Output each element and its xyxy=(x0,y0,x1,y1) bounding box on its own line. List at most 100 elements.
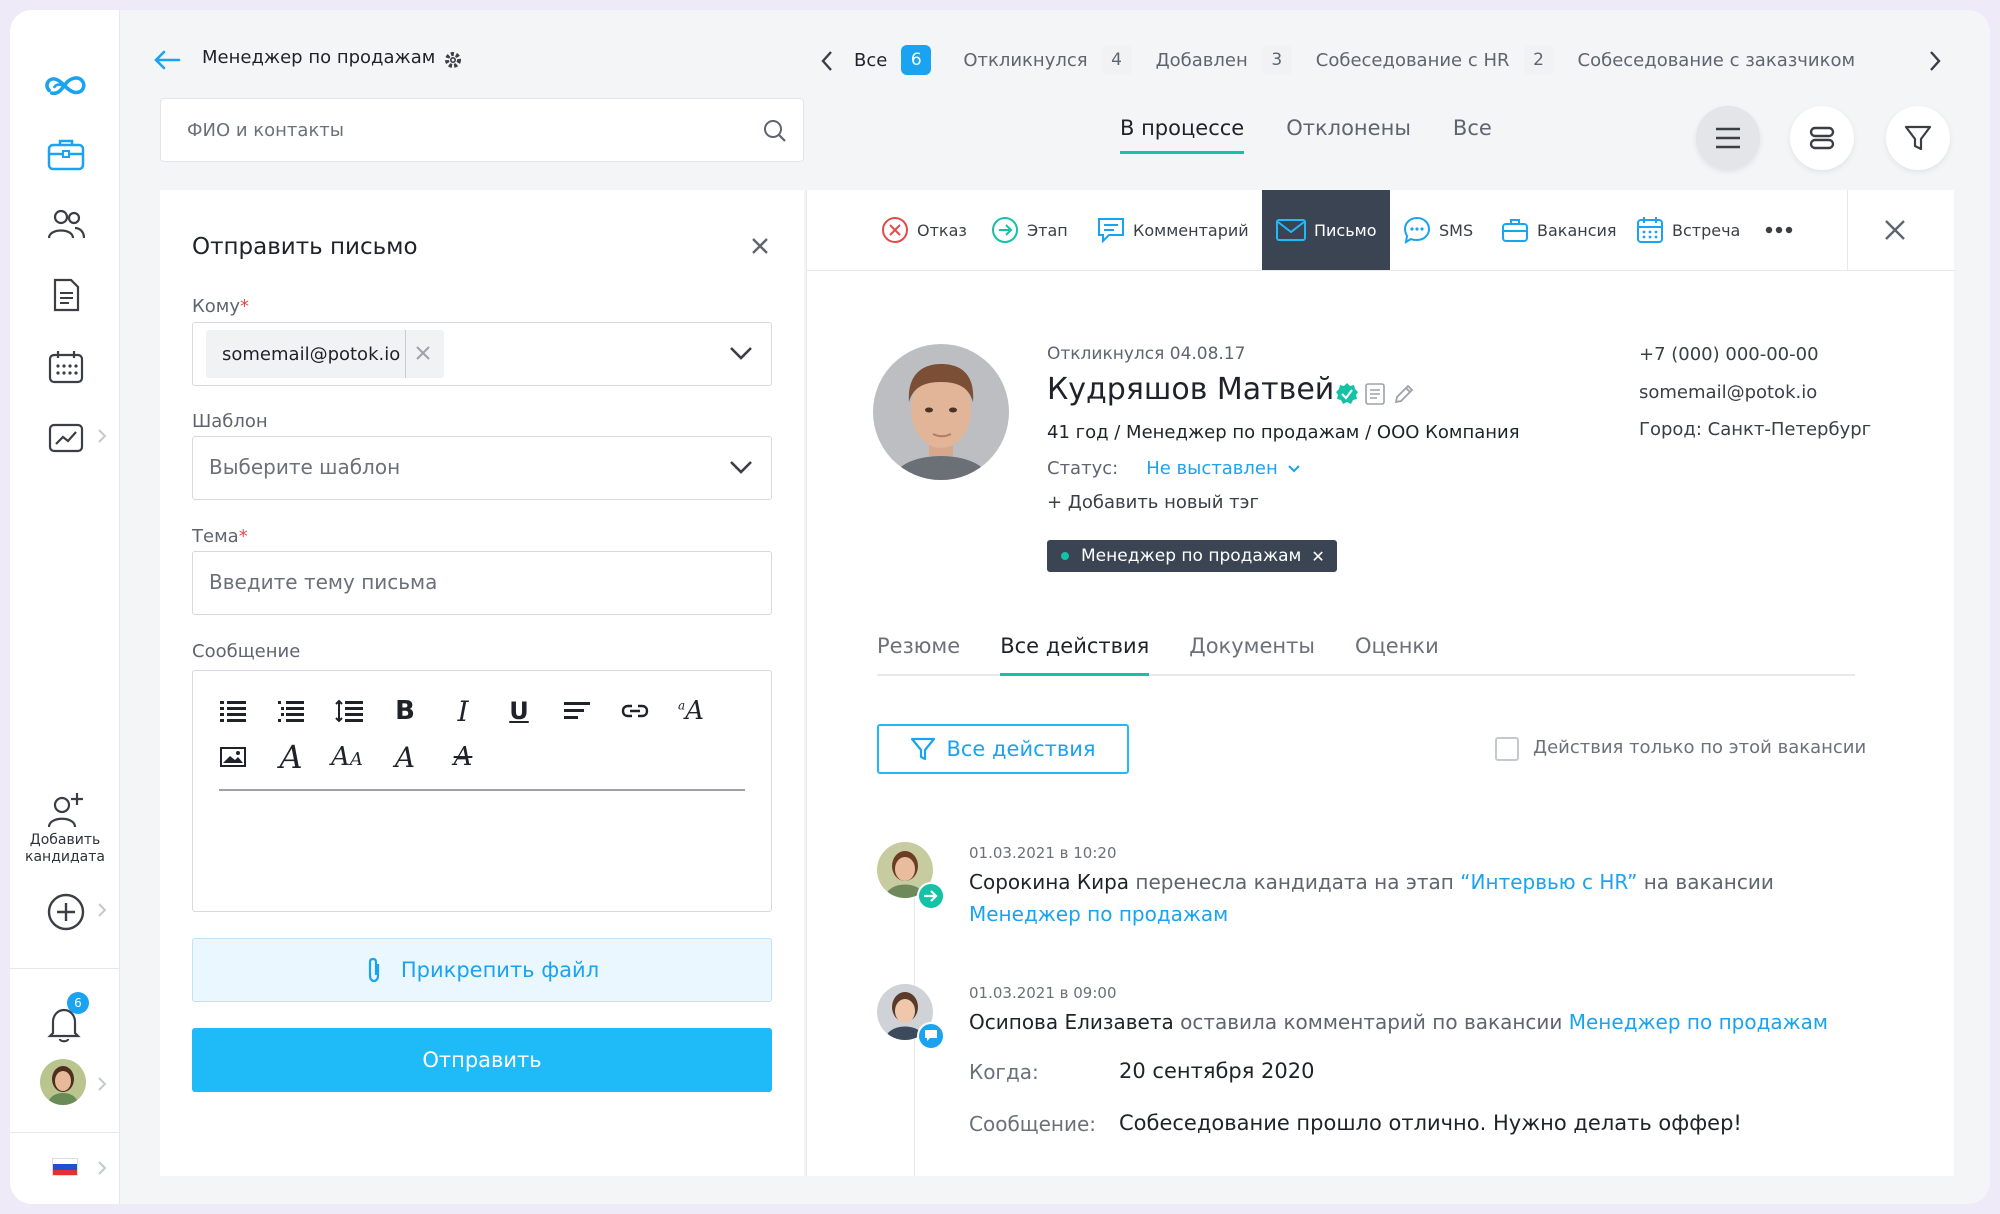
letter-button[interactable]: Письмо xyxy=(1262,190,1390,270)
reject-icon xyxy=(882,217,908,243)
stage-link[interactable]: “Интервью с HR” xyxy=(1460,870,1637,894)
activity-text: Сорокина Кира перенесла кандидата на эта… xyxy=(969,866,1869,930)
back-arrow-icon[interactable] xyxy=(153,50,181,74)
message-editor[interactable]: B I U aA A AA A A xyxy=(192,670,772,912)
subject-input[interactable]: Введите тему письма xyxy=(192,551,772,615)
stage-count: 3 xyxy=(1261,45,1292,75)
list-view-button[interactable] xyxy=(1696,106,1760,170)
add-candidate-line-2: кандидата xyxy=(25,849,105,865)
chevron-down-icon[interactable] xyxy=(729,345,753,365)
template-label: Шаблон xyxy=(192,411,268,432)
superscript-icon[interactable]: aA xyxy=(673,693,709,729)
candidate-phone[interactable]: +7 (000) 000-00-00 xyxy=(1639,344,1819,365)
edit-pencil-icon[interactable] xyxy=(1393,383,1415,409)
add-user-icon[interactable] xyxy=(42,786,90,834)
users-icon[interactable] xyxy=(42,200,90,248)
calendar-icon xyxy=(1637,217,1663,243)
search-icon[interactable] xyxy=(763,119,787,147)
comment-icon xyxy=(1098,218,1124,243)
subject-label: Тема* xyxy=(192,526,248,547)
stage-next-arrow-icon[interactable] xyxy=(1928,50,1942,76)
stage-button[interactable]: Этап xyxy=(991,190,1068,270)
chevron-right-icon[interactable] xyxy=(97,902,111,922)
user-avatar[interactable] xyxy=(40,1059,86,1105)
align-left-icon[interactable] xyxy=(559,693,595,729)
close-icon[interactable] xyxy=(750,236,770,260)
vacancy-link[interactable]: Менеджер по продажам xyxy=(969,902,1228,926)
comment-button[interactable]: Комментарий xyxy=(1097,190,1249,270)
clear-format-icon[interactable]: A xyxy=(445,739,481,775)
tab-resume[interactable]: Резюме xyxy=(877,630,960,674)
activity-desc: на вакансии xyxy=(1637,870,1774,894)
image-icon[interactable] xyxy=(215,739,251,775)
stage-label: Все xyxy=(854,49,888,71)
font-color-icon[interactable]: A xyxy=(387,739,423,775)
font-size-icon[interactable]: AA xyxy=(329,739,365,775)
filter-button[interactable] xyxy=(1886,106,1950,170)
vacancy-link[interactable]: Менеджер по продажам xyxy=(1569,1010,1828,1034)
resume-document-icon[interactable] xyxy=(1365,383,1385,409)
link-icon[interactable] xyxy=(617,693,653,729)
stage-arrow-icon xyxy=(992,217,1018,243)
close-icon[interactable] xyxy=(1883,218,1907,246)
line-spacing-icon[interactable] xyxy=(331,693,367,729)
status-dropdown[interactable]: Не выставлен xyxy=(1146,458,1301,479)
remove-tag-icon[interactable]: ✕ xyxy=(1311,547,1324,566)
reject-button[interactable]: Отказ xyxy=(881,190,967,270)
tab-all[interactable]: Все xyxy=(1453,116,1492,154)
stage-label: Добавлен xyxy=(1155,49,1248,71)
stage-tab-all[interactable]: Все 6 xyxy=(854,45,932,75)
chevron-right-icon[interactable] xyxy=(97,1076,111,1096)
meeting-button[interactable]: Встреча xyxy=(1636,190,1740,270)
italic-icon[interactable]: I xyxy=(445,693,481,729)
stage-count: 4 xyxy=(1101,45,1132,75)
add-candidate-label[interactable]: Добавить кандидата xyxy=(10,832,120,866)
to-field[interactable]: somemail@potok.io xyxy=(192,322,772,386)
more-dots-icon xyxy=(1765,226,1793,234)
tab-all-actions[interactable]: Все действия xyxy=(1000,630,1150,676)
analytics-icon[interactable] xyxy=(42,414,90,462)
stage-prev-arrow-icon[interactable] xyxy=(820,50,834,76)
all-actions-filter-button[interactable]: Все действия xyxy=(877,724,1129,774)
activity-author: Сорокина Кира xyxy=(969,870,1130,894)
russian-flag-icon[interactable] xyxy=(52,1158,78,1176)
candidate-email[interactable]: somemail@potok.io xyxy=(1639,382,1817,403)
underline-icon[interactable]: U xyxy=(501,693,537,729)
logo-icon[interactable] xyxy=(42,62,90,110)
add-circle-icon[interactable] xyxy=(42,888,90,936)
candidate-photo xyxy=(873,344,1009,480)
calendar-icon[interactable] xyxy=(42,343,90,391)
bold-icon[interactable]: B xyxy=(387,693,423,729)
document-icon[interactable] xyxy=(42,271,90,319)
tab-rejected[interactable]: Отклонены xyxy=(1286,116,1411,154)
remove-recipient-icon[interactable] xyxy=(414,344,432,367)
add-tag-link[interactable]: + Добавить новый тэг xyxy=(1047,492,1259,513)
chevron-down-icon[interactable] xyxy=(729,459,753,479)
notification-badge: 6 xyxy=(67,992,89,1014)
card-view-button[interactable] xyxy=(1790,106,1854,170)
reject-label: Отказ xyxy=(917,220,967,240)
tab-ratings[interactable]: Оценки xyxy=(1355,630,1439,674)
font-icon[interactable]: A xyxy=(273,738,309,776)
chevron-right-icon[interactable] xyxy=(97,1160,111,1180)
gear-icon[interactable] xyxy=(442,49,464,75)
template-select[interactable]: Выберите шаблон xyxy=(192,436,772,500)
stage-tab-client-interview[interactable]: Собеседование с заказчиком xyxy=(1578,50,1856,71)
attach-file-button[interactable]: Прикрепить файл xyxy=(192,938,772,1002)
vacancy-only-checkbox[interactable] xyxy=(1495,737,1519,761)
more-button[interactable] xyxy=(1765,190,1801,270)
numbered-list-icon[interactable] xyxy=(273,693,309,729)
stage-tab-responded[interactable]: Откликнулся 4 xyxy=(963,45,1132,75)
chevron-right-icon[interactable] xyxy=(97,428,111,448)
status-label: Статус: xyxy=(1047,458,1119,479)
tab-documents[interactable]: Документы xyxy=(1189,630,1315,674)
search-input[interactable] xyxy=(161,99,803,161)
send-button[interactable]: Отправить xyxy=(192,1028,772,1092)
tab-in-process[interactable]: В процессе xyxy=(1120,116,1245,154)
stage-tab-hr-interview[interactable]: Собеседование с HR 2 xyxy=(1316,45,1554,75)
stage-tab-added[interactable]: Добавлен 3 xyxy=(1156,45,1292,75)
briefcase-icon[interactable] xyxy=(42,130,90,178)
sms-button[interactable]: SMS xyxy=(1403,190,1473,270)
bullet-list-icon[interactable] xyxy=(215,693,251,729)
vacancy-button[interactable]: Вакансия xyxy=(1501,190,1617,270)
